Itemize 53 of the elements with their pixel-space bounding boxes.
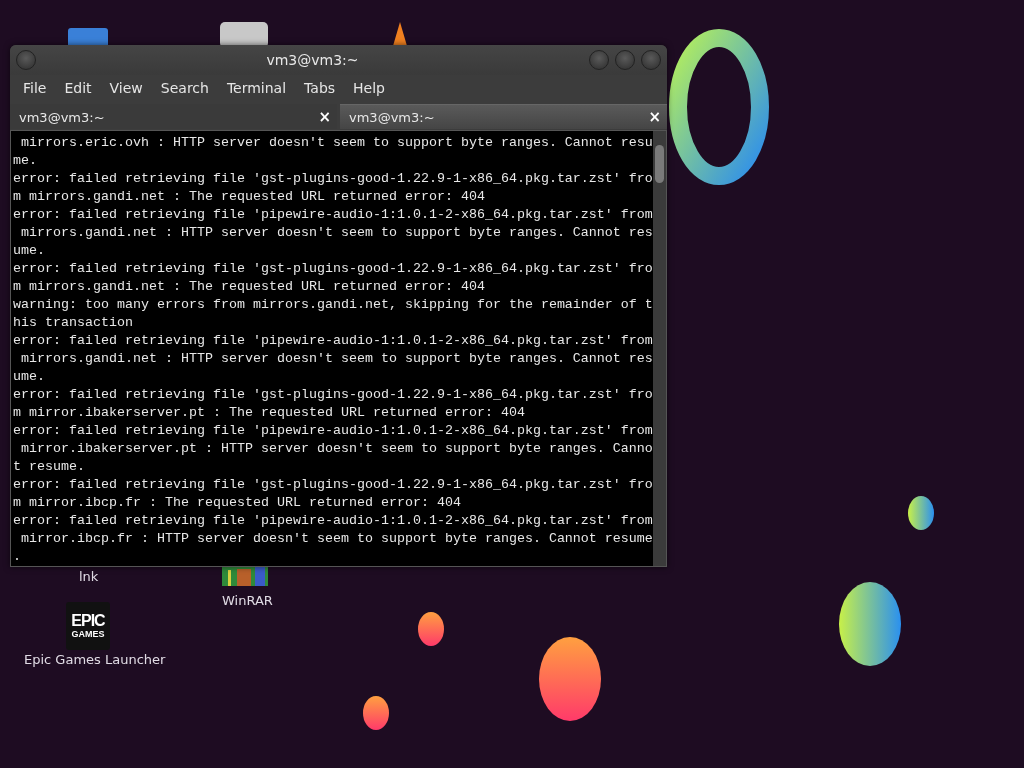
terminal-line: error: failed retrieving file 'gst-plugins-good-1.22.9-1-x86_64.pkg.tar.zst' fro <box>13 260 653 278</box>
icon-label: Epic Games Launcher <box>24 652 166 667</box>
terminal-line: ume. <box>13 368 45 386</box>
window-title: vm3@vm3:~ <box>265 51 360 68</box>
menu-item[interactable]: Search <box>151 80 218 97</box>
terminal-line: mirrors.gandi.net : HTTP server doesn't seem to support byte ranges. Cannot res <box>20 224 653 242</box>
tab-label: vm3@vm3:~ <box>349 109 436 125</box>
tab-label: vm3@vm3:~ <box>19 109 106 125</box>
games-logo-icon[interactable]: EPIC GAMES <box>66 602 110 650</box>
menu-item[interactable]: Help <box>344 80 394 97</box>
terminal-tab[interactable]: vm3@vm3:~ × <box>340 104 667 129</box>
cone-icon[interactable] <box>393 22 407 46</box>
terminal-line: ume. <box>13 242 45 260</box>
menu-item[interactable]: Terminal <box>217 80 296 97</box>
terminal-line: m mirror.ibakerserver.pt : The requested URL returned error: 404 <box>13 404 525 422</box>
menu-item[interactable]: Tabs <box>295 80 345 97</box>
terminal-line: mirrors.gandi.net : HTTP server doesn't seem to support byte ranges. Cannot res <box>20 350 653 368</box>
bubble-drawing <box>908 496 934 530</box>
icon-label: lnk <box>79 569 99 584</box>
terminal-line: . <box>13 548 21 566</box>
terminal-line: error: failed retrieving file 'pipewire-audio-1:1.0.1-2-x86_64.pkg.tar.zst' from <box>13 206 653 224</box>
terminal-line: m mirrors.gandi.net : The requested URL returned error: 404 <box>13 188 485 206</box>
app-icon[interactable] <box>220 22 268 48</box>
bubble-drawing <box>363 696 389 730</box>
minimize-button[interactable] <box>589 49 609 70</box>
terminal-line: m mirror.ibcp.fr : The requested URL returned error: 404 <box>13 494 461 512</box>
terminal-line: error: failed retrieving file 'gst-plugins-good-1.22.9-1-x86_64.pkg.tar.zst' fro <box>13 170 653 188</box>
menu-item[interactable]: View <box>100 80 152 97</box>
terminal-line: mirrors.eric.ovh : HTTP server doesn't seem to support byte ranges. Cannot resu <box>20 134 653 152</box>
terminal-line: error: failed retrieving file 'pipewire-audio-1:1.0.1-2-x86_64.pkg.tar.zst' from <box>13 422 653 440</box>
books-icon[interactable] <box>222 567 268 586</box>
tab-close-button[interactable]: × <box>316 108 333 127</box>
terminal-line: t resume. <box>13 458 85 476</box>
maximize-button[interactable] <box>615 49 635 70</box>
terminal-line: error: failed retrieving file 'gst-plugins-good-1.22.9-1-x86_64.pkg.tar.zst' fro <box>13 386 653 404</box>
terminal-line: warning: too many errors from mirrors.gandi.net, skipping for the remainder of t <box>13 296 653 314</box>
app-icon[interactable] <box>68 28 108 48</box>
menu-item[interactable]: Edit <box>55 80 101 97</box>
tab-close-button[interactable]: × <box>646 108 663 127</box>
icon-label: WinRAR <box>222 593 273 608</box>
terminal-line: error: failed retrieving file 'pipewire-audio-1:1.0.1-2-x86_64.pkg.tar.zst' from <box>13 512 653 530</box>
terminal-line: error: failed retrieving file 'gst-plugins-good-1.22.9-1-x86_64.pkg.tar.zst' fro <box>13 476 653 494</box>
terminal-line: mirror.ibcp.fr : HTTP server doesn't seem to support byte ranges. Cannot resume <box>20 530 653 548</box>
close-button[interactable] <box>641 49 661 70</box>
menu-item[interactable]: File <box>14 80 56 97</box>
terminal-line: error: failed retrieving file 'pipewire-audio-1:1.0.1-2-x86_64.pkg.tar.zst' from <box>13 332 653 350</box>
terminal-line: mirror.ibakerserver.pt : HTTP server doesn't seem to support byte ranges. Canno <box>20 440 653 458</box>
terminal-line: his transaction <box>13 314 133 332</box>
terminal-line: m mirrors.gandi.net : The requested URL returned error: 404 <box>13 278 485 296</box>
window-menu-button[interactable] <box>16 49 36 70</box>
bubble-drawing <box>418 612 444 646</box>
scrollbar[interactable] <box>653 131 666 566</box>
terminal-line: me. <box>13 152 37 170</box>
